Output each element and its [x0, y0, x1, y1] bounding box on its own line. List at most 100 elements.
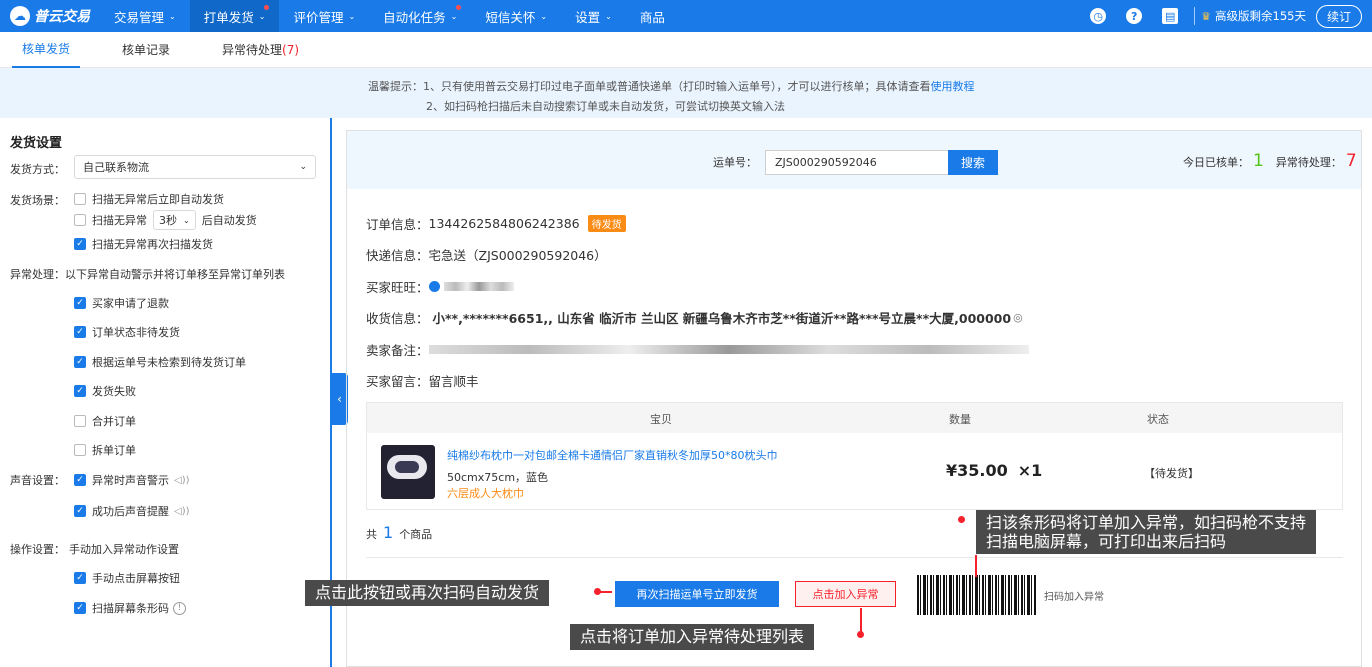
abnormal-option-refund[interactable]: ✓ 买家申请了退款 [74, 295, 169, 311]
nav-item-1[interactable]: 打单发货 ⌄ [189, 0, 280, 32]
speaker-icon[interactable]: ◁)) [174, 475, 190, 486]
wangwang-chat-icon[interactable] [428, 281, 440, 292]
add-abnormal-button[interactable]: 点击加入异常 [795, 581, 896, 607]
ship-method-select[interactable]: 自己联系物流 ⌄ [74, 155, 316, 179]
checkbox-checked[interactable]: ✓ [74, 572, 86, 584]
product-image[interactable] [381, 445, 435, 499]
nav-item-4[interactable]: 短信关怀 ⌄ [471, 0, 561, 32]
chevron-down-icon: ⌄ [540, 11, 548, 21]
checkbox-checked[interactable]: ✓ [74, 297, 86, 309]
abnormal-pending-count[interactable]: 7 [1346, 151, 1357, 171]
nav-menu: 交易管理 ⌄ 打单发货 ⌄ 评价管理 ⌄ 自动化任务 ⌄ 短信关怀 ⌄ 设置 ⌄ 商品 [100, 0, 679, 32]
sound-option-abnormal[interactable]: ✓ 异常时声音警示 ◁)) [74, 472, 190, 488]
nav-item-2[interactable]: 评价管理 ⌄ [279, 0, 369, 32]
tab-verify-records[interactable]: 核单记录 [112, 32, 180, 68]
top-nav: ☁ 普云交易 交易管理 ⌄ 打单发货 ⌄ 评价管理 ⌄ 自动化任务 ⌄ 短信关怀 ⌄ 设置 ⌄ 商品 ◷… [0, 0, 1372, 32]
nav-item-6[interactable]: 商品 [626, 0, 679, 32]
nav-item-5[interactable]: 设置 ⌄ [561, 0, 626, 32]
order-id: 1344262584806242386 [428, 216, 580, 231]
brand-logo[interactable]: ☁ 普云交易 [0, 6, 100, 26]
eye-icon[interactable]: ◎ [1013, 311, 1023, 324]
scene-option-3[interactable]: ✓ 扫描无异常再次扫描发货 [74, 236, 213, 252]
checkbox[interactable] [74, 214, 86, 226]
chevron-down-icon: ⌄ [450, 11, 458, 21]
table-header: 宝贝 数量 状态 [367, 403, 1342, 433]
today-verified-count: 1 [1253, 151, 1264, 171]
scene-option-2[interactable]: 扫描无异常 3秒 ⌄ 后自动发货 [74, 210, 257, 230]
checkbox-checked[interactable]: ✓ [74, 326, 86, 338]
col-status: 状态 [1147, 413, 1169, 426]
seller-note-row: 卖家备注： [366, 340, 1029, 359]
abnormal-option-status[interactable]: ✓ 订单状态非待发货 [74, 324, 180, 340]
nav-item-3[interactable]: 自动化任务 ⌄ [369, 0, 471, 32]
nav-item-0[interactable]: 交易管理 ⌄ [100, 0, 190, 32]
waybill-input[interactable]: ZJS000290592046 [765, 150, 949, 175]
chevron-down-icon: ⌄ [169, 11, 176, 21]
checkbox-checked[interactable]: ✓ [74, 505, 86, 517]
nav-divider [1194, 7, 1196, 25]
abnormal-option-merged[interactable]: 合并订单 [74, 413, 136, 429]
product-price-qty: ¥35.00 ×1 [946, 461, 1043, 480]
product-table: 宝贝 数量 状态 纯棉纱布枕巾一对包邮全棉卡通情侣厂家直销秋冬加厚50*80枕头… [366, 402, 1343, 510]
search-bar: 运单号： ZJS000290592046 搜索 今日已核单： 1 异常待处理： 7 [347, 131, 1361, 189]
checkbox[interactable] [74, 444, 86, 456]
scene-option-1[interactable]: 扫描无异常后立即自动发货 [74, 191, 224, 207]
ship-method-label: 发货方式： [10, 163, 65, 176]
annotation-ship: 点击此按钮或再次扫码自动发货 [305, 580, 550, 606]
blurred-buyer-name [443, 282, 514, 291]
blurred-seller-note [428, 345, 1029, 354]
chevron-down-icon: ⌄ [605, 11, 612, 21]
renew-button[interactable]: 续订 [1315, 4, 1362, 28]
search-button[interactable]: 搜索 [948, 150, 998, 175]
tutorial-link[interactable]: 使用教程 [931, 80, 975, 93]
abnormal-option-ship-failed[interactable]: ✓ 发货失败 [74, 383, 136, 399]
buyer-id-row: 买家旺旺： [366, 277, 514, 296]
annotation-abnormal: 点击将订单加入异常待处理列表 [570, 624, 815, 650]
sound-label: 声音设置： [10, 474, 65, 487]
plan-remaining: 高级版剩余155天 [1215, 9, 1306, 23]
checkbox[interactable] [74, 415, 86, 427]
nav-right: ◷ ? ▤ ♛ 高级版剩余155天 续订 [1080, 4, 1372, 28]
abnormal-option-split[interactable]: 拆单订单 [74, 442, 136, 458]
notification-dot [456, 5, 462, 10]
help-icon[interactable]: ? [1126, 8, 1143, 24]
settings-title: 发货设置 [10, 136, 63, 151]
book-icon[interactable]: ▤ [1162, 8, 1179, 24]
shipping-settings-panel: 发货设置 发货方式： 自己联系物流 ⌄ 发货场景： 扫描无异常后立即自动发货 扫描… [0, 118, 332, 667]
abnormal-option-not-found[interactable]: ✓ 根据运单号未检索到待发货订单 [74, 354, 246, 370]
op-option-barcode[interactable]: ✓ 扫描屏幕条形码! [74, 600, 186, 616]
annotation-line [975, 555, 977, 577]
checkbox-checked[interactable]: ✓ [74, 474, 86, 486]
delay-select[interactable]: 3秒 ⌄ [153, 210, 196, 230]
checkbox[interactable] [74, 193, 86, 205]
product-spec: 50cmx75cm，蓝色 [447, 471, 549, 484]
order-status-badge: 待发货 [587, 215, 626, 232]
buyer-message-row: 买家留言： 留言顺丰 [366, 374, 479, 389]
brand-name: 普云交易 [34, 9, 90, 25]
checkbox-checked[interactable]: ✓ [74, 238, 86, 250]
notice-banner: 温馨提示：1、只有使用普云交易打印过电子面单或普通快递单（打印时输入运单号），才… [0, 68, 1372, 118]
crown-icon: ♛ [1201, 9, 1212, 23]
checkbox-checked[interactable]: ✓ [74, 356, 86, 368]
tab-abnormal-pending[interactable]: 异常待处理 (7) [212, 32, 309, 68]
abnormal-barcode[interactable] [917, 575, 1037, 615]
col-qty: 数量 [949, 413, 971, 426]
tab-verify-ship[interactable]: 核单发货 [12, 32, 81, 68]
daily-stats: 今日已核单： 1 异常待处理： 7 [1183, 151, 1357, 171]
annotation-line [598, 591, 612, 593]
info-icon[interactable]: ! [173, 601, 186, 615]
abnormal-count-badge: (7) [282, 42, 300, 57]
annotation-dot [958, 516, 965, 523]
product-status: 【待发货】 [1144, 467, 1199, 480]
op-option-button[interactable]: ✓ 手动点击屏幕按钮 [74, 570, 180, 586]
checkbox-checked[interactable]: ✓ [74, 602, 86, 614]
divider [366, 557, 1343, 558]
clock-icon[interactable]: ◷ [1090, 8, 1107, 24]
speaker-icon[interactable]: ◁)) [174, 506, 190, 517]
notice-line-2: 2、如扫码枪扫描后未自动搜索订单或未自动发货，可尝试切换英文输入法 [426, 100, 785, 113]
waybill-label: 运单号： [713, 156, 757, 169]
rescan-ship-button[interactable]: 再次扫描运单号立即发货 [615, 581, 779, 607]
sound-option-success[interactable]: ✓ 成功后声音提醒 ◁)) [74, 503, 190, 519]
checkbox-checked[interactable]: ✓ [74, 385, 86, 397]
product-name-link[interactable]: 纯棉纱布枕巾一对包邮全棉卡通情侣厂家直销秋冬加厚50*80枕头巾 [447, 447, 778, 463]
